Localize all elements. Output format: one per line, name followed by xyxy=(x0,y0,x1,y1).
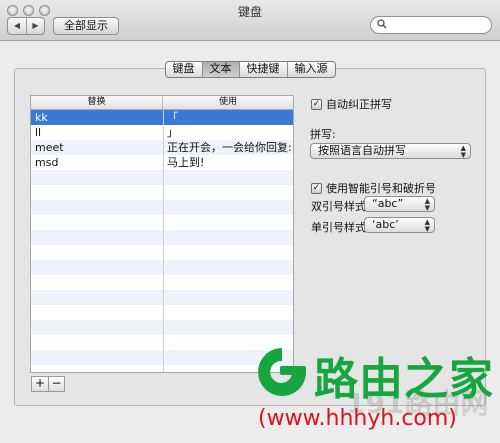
with-cell: 」 xyxy=(167,126,178,139)
with-cell xyxy=(163,170,293,185)
column-header-replace[interactable]: 替换 xyxy=(31,96,162,109)
window-toolbar: 键盘 ◀ ▶ 全部显示 xyxy=(0,0,500,41)
single-quote-label: 单引号样式 xyxy=(311,221,366,234)
tab-2[interactable]: 快捷键 xyxy=(238,62,287,77)
router-logo-icon xyxy=(258,348,306,396)
tab-row: 键盘 文本 快捷键 输入源 xyxy=(164,61,336,78)
add-button[interactable]: + xyxy=(32,377,48,391)
with-cell xyxy=(163,200,293,215)
with-cell: 正在开会，一会给你回复: ) xyxy=(167,141,294,154)
autocorrect-label: 自动纠正拼写 xyxy=(326,98,392,111)
tab-3[interactable]: 输入源 xyxy=(286,62,335,77)
with-cell xyxy=(163,305,293,320)
replace-cell xyxy=(31,230,163,245)
column-header-with[interactable]: 使用 xyxy=(162,96,293,109)
with-cell: 「 xyxy=(167,111,178,124)
text-replacement-table[interactable]: 替换 使用 kk 「 ll 」 meet 正在开会，一会给你回复: ) msd 马上到! xyxy=(30,95,294,373)
watermark-url: (www.hhhyh.com) xyxy=(258,406,457,431)
popup-arrows-icon: ▲ ▼ xyxy=(424,218,430,233)
replace-cell xyxy=(31,170,163,185)
replace-cell xyxy=(31,290,163,305)
replace-cell xyxy=(31,350,163,365)
show-all-button[interactable]: 全部显示 xyxy=(53,17,119,35)
replace-cell xyxy=(31,260,163,275)
popup-arrows-icon: ▲ ▼ xyxy=(460,144,466,159)
double-quote-label: 双引号样式 xyxy=(311,200,366,213)
replace-cell xyxy=(31,305,163,320)
table-header: 替换 使用 xyxy=(31,96,293,110)
replace-cell: meet xyxy=(35,141,64,154)
add-remove-buttons: + − xyxy=(31,376,65,392)
spelling-label: 拼写: xyxy=(310,128,336,141)
autocorrect-checkbox[interactable]: ✓ 自动纠正拼写 xyxy=(311,96,392,112)
forward-icon[interactable]: ▶ xyxy=(26,18,44,34)
with-cell xyxy=(163,320,293,335)
table-rows: kk 「 ll 」 meet 正在开会，一会给你回复: ) msd 马上到! xyxy=(31,110,294,372)
with-cell xyxy=(163,230,293,245)
watermark: 191路由网 路由之家 (www.hhhyh.com) xyxy=(250,340,500,443)
checkbox-icon: ✓ xyxy=(311,98,322,110)
remove-button[interactable]: − xyxy=(48,377,64,391)
replace-cell xyxy=(31,200,163,215)
watermark-name: 路由之家 xyxy=(314,354,494,405)
replace-cell: kk xyxy=(35,111,48,124)
replace-cell: ll xyxy=(35,126,42,139)
with-cell xyxy=(163,260,293,275)
smart-quotes-label: 使用智能引号和破折号 xyxy=(326,182,436,195)
nav-segment: ◀ ▶ xyxy=(7,17,45,35)
with-cell xyxy=(163,185,293,200)
double-quote-value: “abc” xyxy=(372,197,404,210)
spelling-value: 按照语言自动拼写 xyxy=(318,144,406,157)
search-icon xyxy=(377,19,387,32)
with-cell xyxy=(163,215,293,230)
replace-cell xyxy=(31,275,163,290)
tab-bar: 键盘 文本 快捷键 输入源 xyxy=(0,61,500,78)
smart-quotes-checkbox[interactable]: ✓ 使用智能引号和破折号 xyxy=(311,180,436,196)
with-cell xyxy=(163,275,293,290)
replace-cell xyxy=(31,185,163,200)
with-cell: 马上到! xyxy=(167,156,205,169)
checkbox-icon: ✓ xyxy=(311,182,322,194)
search-input[interactable] xyxy=(370,16,492,34)
replace-cell xyxy=(31,215,163,230)
single-quote-popup[interactable]: ‘abc’ ▲ ▼ xyxy=(364,217,435,233)
with-cell xyxy=(163,290,293,305)
tab-0[interactable]: 键盘 xyxy=(166,62,202,77)
replace-cell xyxy=(31,335,163,350)
with-cell xyxy=(163,245,293,260)
double-quote-popup[interactable]: “abc” ▲ ▼ xyxy=(364,196,435,212)
replace-cell xyxy=(31,245,163,260)
replace-cell xyxy=(31,320,163,335)
single-quote-value: ‘abc’ xyxy=(372,218,399,231)
back-icon[interactable]: ◀ xyxy=(8,18,26,34)
tab-1[interactable]: 文本 xyxy=(201,62,239,77)
spelling-popup[interactable]: 按照语言自动拼写 ▲ ▼ xyxy=(310,143,471,159)
replace-cell: msd xyxy=(35,156,59,169)
column-divider xyxy=(163,110,164,372)
popup-arrows-icon: ▲ ▼ xyxy=(424,197,430,212)
